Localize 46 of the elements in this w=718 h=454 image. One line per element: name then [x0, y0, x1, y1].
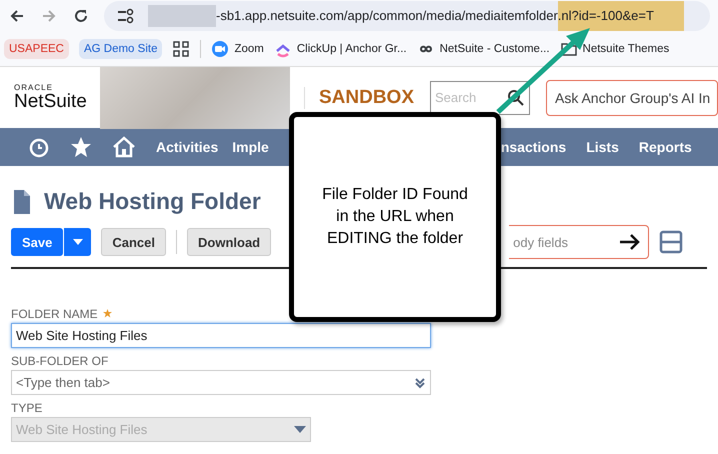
double-chevron-icon [414, 376, 426, 388]
field-search[interactable]: ody fields [509, 225, 650, 259]
bookmark-chip[interactable]: USAPEEC [4, 39, 69, 59]
document-icon [14, 190, 30, 214]
reload-icon[interactable] [72, 7, 90, 25]
bookmark-link[interactable]: Zoom [234, 43, 264, 55]
field-label: TYPE [11, 401, 42, 415]
bookmark-link[interactable]: NetSuite - Custome... [440, 43, 550, 55]
home-icon[interactable] [112, 136, 136, 158]
select-field[interactable]: <Type then tab> [11, 370, 431, 395]
page-title: Web Hosting Folder [44, 188, 261, 215]
action-button[interactable]: Cancel [101, 228, 166, 256]
nav-menu-item[interactable]: Reports [638, 139, 692, 155]
list-view-icon[interactable] [659, 230, 684, 254]
arrow-right-icon [618, 232, 642, 252]
star-icon[interactable] [70, 136, 92, 158]
video-camera-icon [211, 40, 230, 58]
input-field[interactable]: Web Site Hosting Files [11, 323, 431, 348]
url-text: .nl?id=-100&e=T [558, 1, 684, 31]
site-settings-icon [116, 8, 136, 24]
ai-search-field[interactable]: Ask Anchor Group's AI In [546, 80, 718, 116]
bookmark-link[interactable]: ClickUp | Anchor Gr... [296, 43, 407, 55]
nav-menu-item[interactable]: Activities [156, 139, 218, 155]
logo-caption: ORACLE [14, 83, 54, 92]
field-label: FOLDER NAME [11, 307, 98, 321]
required-star-icon [102, 309, 112, 318]
redacted-area [148, 5, 216, 27]
recent-clock-icon[interactable] [28, 136, 50, 158]
apps-grid-icon[interactable] [172, 40, 190, 58]
nav-menu-item[interactable]: Imple [232, 139, 269, 155]
environment-label: SANDBOX [304, 86, 414, 108]
address-bar[interactable]: -sb1.app.netsuite.com/app/common/media/mediaitemfolder.nl?id=-100&e=T [104, 1, 710, 31]
logo-text: NetSuite [14, 92, 88, 112]
action-button[interactable]: Download [187, 228, 272, 256]
bookmark-chip[interactable]: AG Demo Site [78, 39, 162, 59]
nav-menu-item[interactable]: nsactions [500, 139, 566, 155]
url-text: -sb1.app.netsuite.com/app/common/media/mediaitemfolder [216, 7, 558, 25]
save-button[interactable]: Save [11, 228, 64, 256]
save-options-button[interactable] [63, 228, 92, 256]
callout-note: File Folder ID Found in the URL when EDITING the folder [289, 112, 501, 322]
dropdown-caret-icon [294, 426, 306, 434]
field-label: SUB-FOLDER OF [11, 354, 108, 368]
search-icon [507, 88, 526, 106]
bookmark-link[interactable]: Netsuite Themes [582, 43, 670, 55]
nav-menu-item[interactable]: Lists [586, 139, 619, 155]
caret-icon [72, 239, 83, 245]
